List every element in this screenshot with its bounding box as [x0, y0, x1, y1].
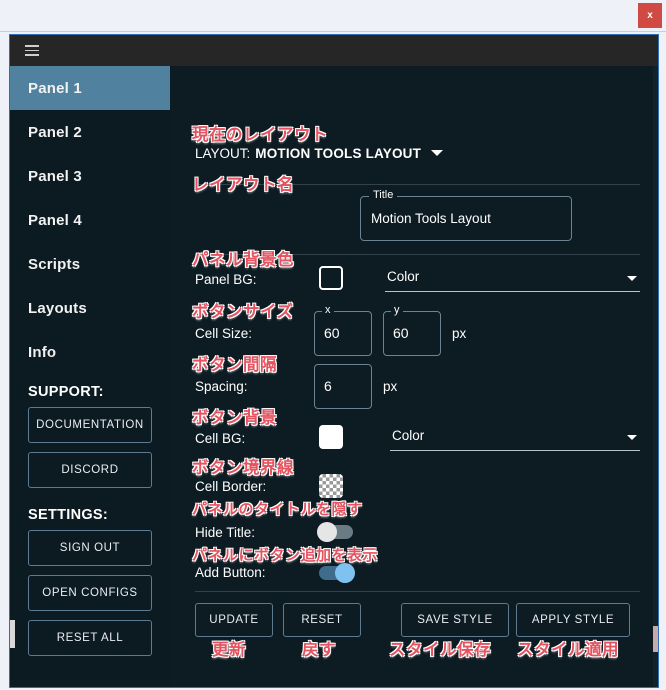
spacing-label: Spacing:: [195, 379, 248, 394]
main-content: 現在のレイアウト LAYOUT: MOTION TOOLS LAYOUT レイアウ…: [170, 66, 658, 687]
reset-button[interactable]: RESET: [283, 603, 361, 637]
annotation-save-style: スタイル保存: [389, 640, 491, 659]
title-input-value: Motion Tools Layout: [371, 211, 491, 226]
panel-bg-mode-select[interactable]: Color: [385, 266, 640, 292]
discord-button[interactable]: DISCORD: [28, 452, 152, 488]
sidebar-item-label: Scripts: [28, 255, 81, 273]
sidebar-item-panel-1[interactable]: Panel 1: [10, 66, 170, 110]
annotation-current-layout: 現在のレイアウト: [192, 125, 328, 144]
apply-style-button[interactable]: APPLY STYLE: [516, 603, 630, 637]
reset-all-button[interactable]: RESET ALL: [28, 620, 152, 656]
annotation-layout-name: レイアウト名: [192, 175, 294, 194]
layout-header: LAYOUT: MOTION TOOLS LAYOUT: [195, 146, 444, 161]
cell-border-color-swatch[interactable]: [319, 474, 343, 498]
close-button[interactable]: x: [638, 3, 662, 28]
toggle-knob: [335, 563, 355, 583]
toggle-knob: [317, 522, 337, 542]
annotation-button-bg: ボタン背景: [192, 408, 277, 427]
sidebar-item-label: Panel 3: [28, 167, 82, 185]
sidebar-item-label: Panel 1: [28, 79, 82, 97]
content-scrollbar-track[interactable]: [653, 66, 658, 687]
cell-bg-label: Cell BG:: [195, 431, 246, 446]
cell-size-label: Cell Size:: [195, 326, 253, 341]
sign-out-button[interactable]: SIGN OUT: [28, 530, 152, 566]
sidebar-item-scripts[interactable]: Scripts: [10, 242, 170, 286]
chevron-down-icon: [627, 435, 637, 440]
spacing-input[interactable]: [314, 364, 372, 409]
chevron-down-icon: [627, 276, 637, 281]
chevron-down-icon[interactable]: [431, 150, 444, 156]
annotation-button-border: ボタン境界線: [192, 458, 294, 477]
application-window: x Panel 1 Panel 2 Panel 3 Panel 4 Script…: [0, 0, 666, 690]
sidebar-item-info[interactable]: Info: [10, 330, 170, 374]
spacing-unit: px: [383, 379, 398, 394]
app-topbar: [10, 35, 658, 66]
layout-value: MOTION TOOLS LAYOUT: [255, 146, 422, 161]
annotation-button-spacing: ボタン間隔: [192, 355, 277, 374]
sidebar-item-panel-4[interactable]: Panel 4: [10, 198, 170, 242]
open-configs-button[interactable]: OPEN CONFIGS: [28, 575, 152, 611]
divider: [195, 591, 640, 592]
hide-title-toggle[interactable]: [317, 522, 353, 542]
spacing-value: 6: [324, 378, 332, 394]
divider: [195, 254, 640, 255]
panel-bg-mode-value: Color: [387, 269, 420, 284]
panel-bg-label: Panel BG:: [195, 272, 257, 287]
cell-bg-mode-value: Color: [392, 428, 425, 443]
add-button-toggle[interactable]: [319, 563, 355, 583]
panel-bg-color-swatch[interactable]: [319, 266, 343, 290]
cell-size-y-input[interactable]: [383, 311, 441, 356]
layout-label: LAYOUT:: [195, 146, 251, 161]
window-titlebar: x: [0, 0, 666, 32]
sidebar: Panel 1 Panel 2 Panel 3 Panel 4 Scripts …: [10, 66, 170, 687]
cell-bg-mode-select[interactable]: Color: [390, 425, 640, 451]
documentation-button[interactable]: DOCUMENTATION: [28, 407, 152, 443]
cell-bg-color-swatch[interactable]: [319, 425, 343, 449]
annotation-reset: 戻す: [302, 640, 336, 659]
annotation-button-size: ボタンサイズ: [192, 302, 294, 321]
hide-title-label: Hide Title:: [195, 525, 256, 540]
add-button-label: Add Button:: [195, 565, 266, 580]
cell-size-x-value: 60: [324, 325, 340, 341]
annotation-apply-style: スタイル適用: [517, 640, 619, 659]
cell-size-y-legend: y: [391, 304, 403, 316]
sidebar-item-label: Info: [28, 343, 57, 361]
annotation-panel-bg-color: パネル背景色: [192, 250, 294, 269]
sidebar-item-label: Panel 4: [28, 211, 82, 229]
cell-border-label: Cell Border:: [195, 479, 267, 494]
sidebar-item-panel-2[interactable]: Panel 2: [10, 110, 170, 154]
update-button[interactable]: UPDATE: [195, 603, 273, 637]
title-input-legend: Title: [369, 189, 398, 201]
sidebar-item-panel-3[interactable]: Panel 3: [10, 154, 170, 198]
save-style-button[interactable]: SAVE STYLE: [401, 603, 509, 637]
support-heading: SUPPORT:: [28, 384, 104, 400]
app-frame: Panel 1 Panel 2 Panel 3 Panel 4 Scripts …: [9, 34, 659, 688]
cell-size-x-input[interactable]: [314, 311, 372, 356]
sidebar-item-label: Panel 2: [28, 123, 82, 141]
cell-size-unit: px: [452, 326, 467, 341]
annotation-hide-panel-title: パネルのタイトルを隠す: [192, 500, 363, 518]
content-scrollbar-thumb[interactable]: [653, 626, 658, 652]
divider: [195, 184, 640, 185]
hamburger-menu-icon[interactable]: [22, 42, 42, 59]
cell-size-y-value: 60: [393, 325, 409, 341]
sidebar-scrollbar-thumb[interactable]: [10, 620, 15, 648]
annotation-show-add-button: パネルにボタン追加を表示: [192, 546, 379, 564]
cell-size-x-legend: x: [322, 304, 334, 316]
settings-heading: SETTINGS:: [28, 507, 109, 523]
sidebar-item-layouts[interactable]: Layouts: [10, 286, 170, 330]
annotation-update: 更新: [212, 640, 246, 659]
sidebar-item-label: Layouts: [28, 299, 87, 317]
